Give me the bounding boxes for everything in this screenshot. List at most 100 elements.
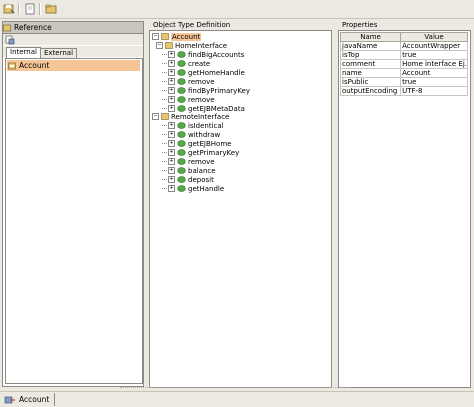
splitter[interactable] (120, 387, 350, 389)
document-tab-account[interactable]: Account (4, 393, 55, 406)
tree-node-method[interactable]: + isIdentical (162, 121, 224, 130)
tree-node-method[interactable]: + getHandle (162, 184, 224, 193)
object-type-definition-panel: Object Type Definition − Account − HomeI… (146, 21, 332, 388)
page-icon[interactable] (24, 3, 36, 15)
property-name: name (339, 68, 402, 78)
property-name: comment (339, 59, 402, 69)
expand-icon[interactable]: + (168, 87, 175, 94)
save-icon[interactable] (3, 3, 15, 15)
tree-node-label: deposit (188, 175, 214, 184)
property-value[interactable]: true (400, 77, 468, 87)
tree-node-label: RemoteInterface (171, 112, 230, 121)
tree-node-root[interactable]: − Account (152, 32, 202, 41)
property-name: javaName (339, 41, 402, 51)
tree-connector (162, 98, 167, 101)
property-value[interactable]: Account (400, 68, 468, 78)
table-row[interactable]: isTop true (339, 50, 468, 60)
object-type-definition-title: Object Type Definition (152, 21, 232, 29)
collapse-icon[interactable]: − (152, 113, 159, 120)
tree-connector (162, 133, 167, 136)
tree-node-method[interactable]: + deposit (162, 175, 214, 184)
property-value[interactable]: Home interface Ej... (400, 59, 468, 69)
expand-icon[interactable]: + (168, 185, 175, 192)
method-icon (177, 60, 186, 67)
table-row[interactable]: javaName AccountWrapper (339, 41, 468, 51)
properties-panel: Properties Name Value javaName AccountWra… (336, 21, 471, 388)
table-row[interactable]: outputEncoding UTF-8 (339, 86, 468, 96)
column-header-name[interactable]: Name (339, 32, 402, 42)
expand-icon[interactable]: + (168, 105, 175, 112)
property-value[interactable]: true (400, 50, 468, 60)
tree-node-label: findByPrimaryKey (188, 86, 250, 95)
document-icon (4, 396, 15, 403)
reference-title: Reference (14, 23, 52, 32)
method-icon (177, 69, 186, 76)
tree-node-method[interactable]: + create (162, 59, 210, 68)
tree-connector (162, 62, 167, 65)
list-item-label: Account (19, 61, 50, 70)
tree-connector (162, 169, 167, 172)
object-icon (8, 62, 16, 69)
properties-grid: Name Value javaName AccountWrapper isTop tr… (338, 30, 471, 388)
expand-icon[interactable]: + (168, 60, 175, 67)
method-icon (177, 176, 186, 183)
tab-internal[interactable]: Internal (6, 47, 41, 58)
properties-table: Name Value javaName AccountWrapper isTop tr… (339, 32, 468, 96)
column-header-value[interactable]: Value (400, 32, 468, 42)
expand-icon[interactable]: + (168, 131, 175, 138)
tree-node-method[interactable]: + getPrimaryKey (162, 148, 239, 157)
method-icon (177, 185, 186, 192)
tree-node-label: remove (188, 95, 215, 104)
tree-node-method[interactable]: + getHomeHandle (162, 68, 245, 77)
expand-icon[interactable]: + (168, 176, 175, 183)
reference-icon (3, 24, 11, 31)
expand-icon[interactable]: + (168, 149, 175, 156)
properties-title: Properties (341, 21, 379, 29)
tree-node-method[interactable]: + remove (162, 157, 215, 166)
tree-connector (162, 178, 167, 181)
table-row[interactable]: isPublic true (339, 77, 468, 87)
tree-node-method[interactable]: + remove (162, 77, 215, 86)
tree-node-method[interactable]: + remove (162, 95, 215, 104)
tree-node-method[interactable]: + getEJBHome (162, 139, 231, 148)
tree-node-method[interactable]: + balance (162, 166, 216, 175)
main-toolbar (0, 0, 474, 19)
tree-connector (162, 53, 167, 56)
expand-icon[interactable]: + (168, 158, 175, 165)
collapse-icon[interactable]: − (152, 33, 159, 40)
tree-node-method[interactable]: + findByPrimaryKey (162, 86, 250, 95)
expand-icon[interactable]: + (168, 140, 175, 147)
expand-icon[interactable]: + (168, 96, 175, 103)
reference-header: Reference (3, 22, 143, 34)
tree-connector (162, 80, 167, 83)
expand-icon[interactable]: + (168, 122, 175, 129)
expand-icon[interactable]: + (168, 167, 175, 174)
property-value[interactable]: AccountWrapper (400, 41, 468, 51)
tree-node-method[interactable]: + withdraw (162, 130, 220, 139)
folder-icon[interactable] (45, 3, 57, 15)
object-tree: − Account − HomeInterface + findBigAccoun… (149, 30, 332, 388)
method-icon (177, 158, 186, 165)
expand-icon[interactable]: + (168, 78, 175, 85)
reference-list: Account (5, 58, 143, 384)
collapse-icon[interactable]: − (156, 42, 163, 49)
table-row[interactable]: name Account (339, 68, 468, 78)
tree-node-label: getEJBHome (188, 139, 232, 148)
tab-external[interactable]: External (40, 48, 78, 58)
property-name: outputEncoding (339, 86, 402, 96)
tree-node-method[interactable]: + findBigAccounts (162, 50, 244, 59)
tree-node-label: remove (188, 157, 215, 166)
tree-connector (162, 107, 167, 110)
expand-icon[interactable]: + (168, 51, 175, 58)
import-icon[interactable] (5, 35, 15, 45)
tree-connector (162, 187, 167, 190)
property-value[interactable]: UTF-8 (400, 86, 468, 96)
tree-node-remote-interface[interactable]: − RemoteInterface (152, 112, 229, 121)
tree-node-home-interface[interactable]: − HomeInterface (156, 41, 227, 50)
method-icon (177, 131, 186, 138)
expand-icon[interactable]: + (168, 69, 175, 76)
tree-node-label: remove (188, 77, 215, 86)
list-item[interactable]: Account (7, 60, 140, 71)
table-row[interactable]: comment Home interface Ej... (339, 59, 468, 69)
tree-node-label: withdraw (188, 130, 221, 139)
